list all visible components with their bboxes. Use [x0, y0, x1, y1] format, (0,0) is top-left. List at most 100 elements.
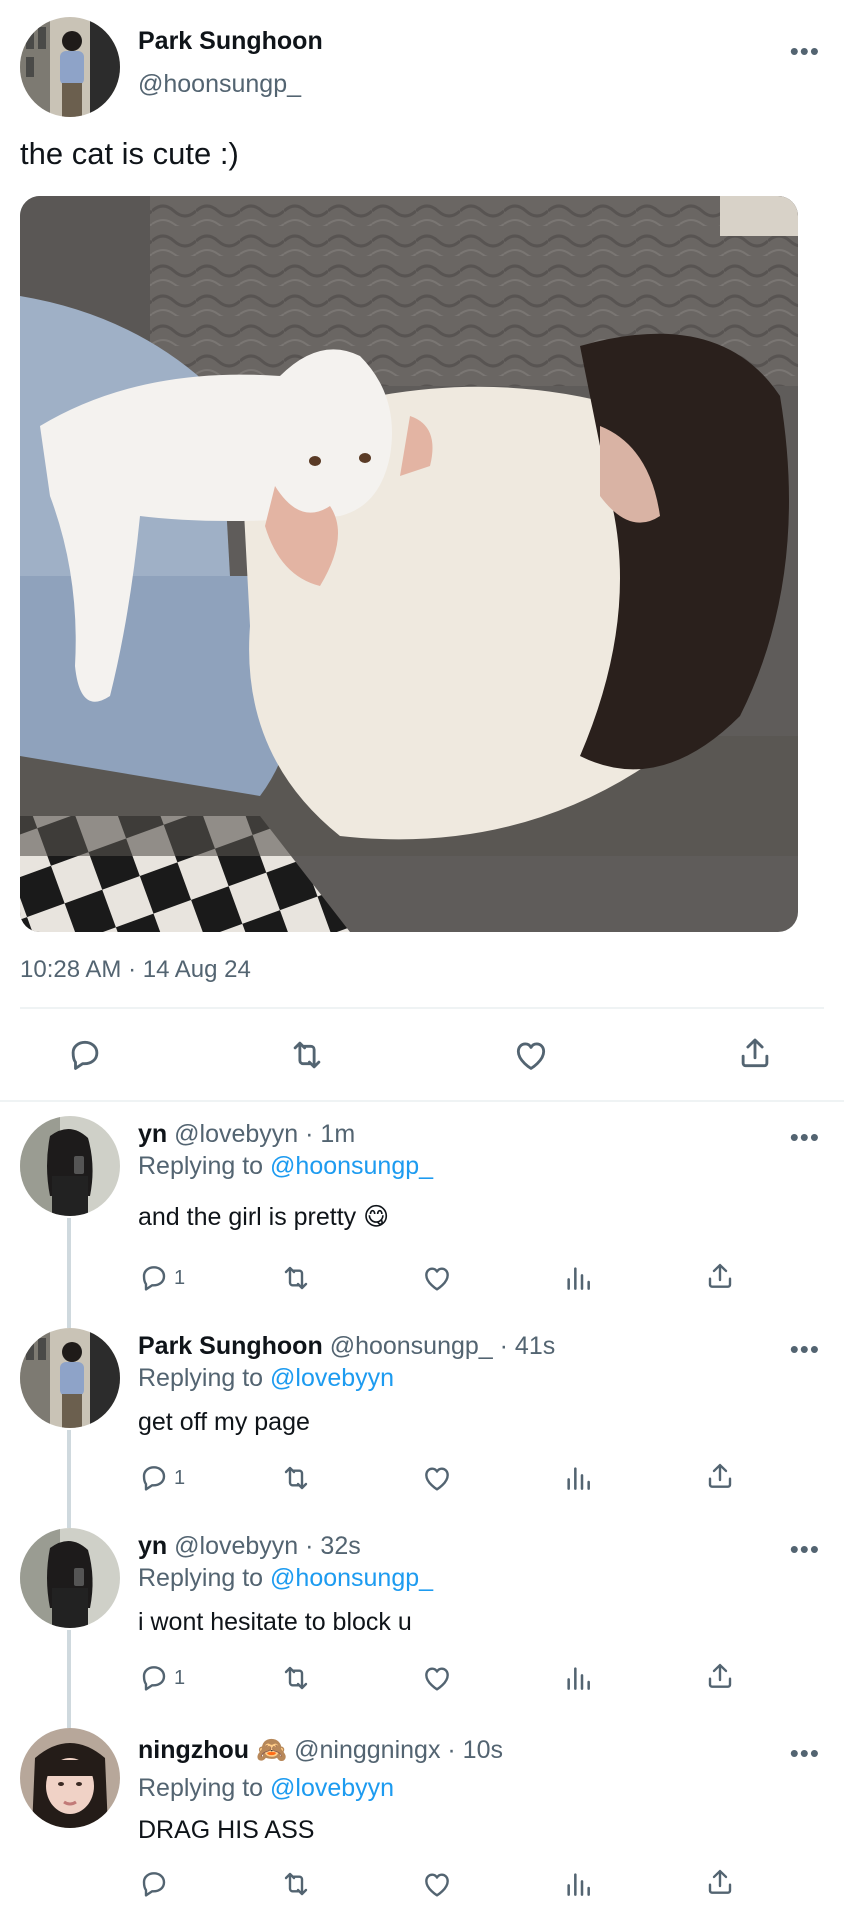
- retweet-icon: [280, 1868, 312, 1900]
- author-handle[interactable]: @hoonsungp_: [138, 70, 301, 99]
- more-icon[interactable]: •••: [790, 38, 820, 64]
- share-button[interactable]: [704, 1260, 736, 1292]
- like-icon: [421, 1868, 453, 1900]
- divider: [20, 1007, 824, 1009]
- replying-to: Replying to @hoonsungp_: [138, 1152, 433, 1181]
- reply-text: and the girl is pretty 😋: [138, 1202, 389, 1232]
- retweet-button[interactable]: [280, 1462, 312, 1494]
- share-button[interactable]: [704, 1460, 736, 1492]
- replying-to-label: Replying to: [138, 1364, 264, 1392]
- reply-count: 1: [174, 1466, 186, 1489]
- like-icon: [421, 1262, 453, 1294]
- views-button[interactable]: [562, 1662, 594, 1694]
- reply-icon: [138, 1868, 170, 1900]
- reply-text: get off my page: [138, 1408, 310, 1436]
- reply-time[interactable]: · 32s: [305, 1532, 361, 1560]
- tweet-timestamp[interactable]: 10:28 AM · 14 Aug 24: [20, 956, 251, 984]
- reply-header: ningzhou 🙈 @ninggningx · 10s: [138, 1736, 503, 1765]
- avatar-ningzhou[interactable]: [20, 1728, 120, 1828]
- reply-text-content: and the girl is pretty: [138, 1203, 357, 1231]
- share-icon: [704, 1460, 736, 1492]
- reply-button[interactable]: [138, 1868, 174, 1900]
- avatar-park-sunghoon[interactable]: [20, 17, 120, 117]
- share-button[interactable]: [704, 1660, 736, 1692]
- replying-to-link[interactable]: @lovebyyn: [270, 1774, 394, 1802]
- reply-icon: [138, 1662, 170, 1694]
- share-icon: [704, 1660, 736, 1692]
- retweet-icon: [280, 1462, 312, 1494]
- replying-to: Replying to @lovebyyn: [138, 1364, 394, 1393]
- avatar-yn[interactable]: [20, 1528, 120, 1628]
- reply-time[interactable]: · 1m: [305, 1120, 355, 1148]
- views-button[interactable]: [562, 1868, 594, 1900]
- views-button[interactable]: [562, 1462, 594, 1494]
- thread-line: [67, 1630, 71, 1728]
- views-icon: [562, 1262, 594, 1294]
- retweet-button[interactable]: [280, 1868, 312, 1900]
- reply-text: i wont hesitate to block u: [138, 1608, 412, 1636]
- reply-count: 1: [174, 1666, 186, 1689]
- reply-author-name[interactable]: yn: [138, 1120, 167, 1148]
- avatar-yn[interactable]: [20, 1116, 120, 1216]
- avatar-park-sunghoon[interactable]: [20, 1328, 120, 1428]
- reply-icon: [138, 1262, 170, 1294]
- reply-author-name[interactable]: yn: [138, 1532, 167, 1560]
- replying-to-label: Replying to: [138, 1152, 264, 1180]
- reply-time[interactable]: · 41s: [500, 1332, 556, 1360]
- replying-to: Replying to @hoonsungp_: [138, 1564, 433, 1593]
- reply-time[interactable]: · 10s: [447, 1736, 503, 1764]
- like-button[interactable]: [421, 1262, 453, 1294]
- emoji: 😋: [363, 1203, 390, 1231]
- like-button[interactable]: [512, 1036, 550, 1074]
- views-button[interactable]: [562, 1262, 594, 1294]
- replying-to-link[interactable]: @hoonsungp_: [270, 1564, 433, 1592]
- retweet-icon: [280, 1262, 312, 1294]
- divider: [0, 1100, 844, 1102]
- thread-line: [67, 1218, 71, 1328]
- retweet-button[interactable]: [280, 1662, 312, 1694]
- reply-button[interactable]: 1: [138, 1662, 185, 1694]
- reply-author-handle[interactable]: @ninggningx: [294, 1736, 440, 1764]
- share-icon: [704, 1260, 736, 1292]
- reply-author-handle[interactable]: @lovebyyn: [174, 1532, 298, 1560]
- reply-author-handle[interactable]: @lovebyyn: [174, 1120, 298, 1148]
- share-button[interactable]: [736, 1034, 774, 1072]
- more-icon[interactable]: •••: [790, 1336, 820, 1362]
- views-icon: [562, 1868, 594, 1900]
- thread-line: [67, 1430, 71, 1528]
- reply-author-name[interactable]: Park Sunghoon: [138, 1332, 323, 1360]
- more-icon[interactable]: •••: [790, 1536, 820, 1562]
- views-icon: [562, 1662, 594, 1694]
- tweet-photo[interactable]: [20, 196, 798, 932]
- retweet-icon: [280, 1662, 312, 1694]
- reply-icon: [138, 1462, 170, 1494]
- reply-header: yn @lovebyyn · 32s: [138, 1532, 361, 1561]
- more-icon[interactable]: •••: [790, 1740, 820, 1766]
- like-icon: [421, 1662, 453, 1694]
- share-icon: [704, 1866, 736, 1898]
- like-icon: [421, 1462, 453, 1494]
- share-button[interactable]: [704, 1866, 736, 1898]
- like-button[interactable]: [421, 1868, 453, 1900]
- reply-text: DRAG HIS ASS: [138, 1816, 315, 1844]
- retweet-icon: [288, 1036, 326, 1074]
- reply-count: 1: [174, 1266, 186, 1289]
- replying-to-link[interactable]: @hoonsungp_: [270, 1152, 433, 1180]
- reply-button[interactable]: 1: [138, 1462, 185, 1494]
- like-button[interactable]: [421, 1662, 453, 1694]
- reply-author-handle[interactable]: @hoonsungp_: [330, 1332, 493, 1360]
- views-icon: [562, 1462, 594, 1494]
- replying-to-link[interactable]: @lovebyyn: [270, 1364, 394, 1392]
- reply-header: yn @lovebyyn · 1m: [138, 1120, 355, 1149]
- more-icon[interactable]: •••: [790, 1124, 820, 1150]
- retweet-button[interactable]: [288, 1036, 326, 1074]
- replying-to-label: Replying to: [138, 1564, 264, 1592]
- reply-button[interactable]: [66, 1036, 104, 1074]
- tweet-text: the cat is cute :): [20, 136, 239, 171]
- reply-author-name[interactable]: ningzhou: [138, 1736, 249, 1764]
- author-name[interactable]: Park Sunghoon: [138, 27, 323, 56]
- like-button[interactable]: [421, 1462, 453, 1494]
- retweet-button[interactable]: [280, 1262, 312, 1294]
- reply-button[interactable]: 1: [138, 1262, 185, 1294]
- reply-header: Park Sunghoon @hoonsungp_ · 41s: [138, 1332, 555, 1361]
